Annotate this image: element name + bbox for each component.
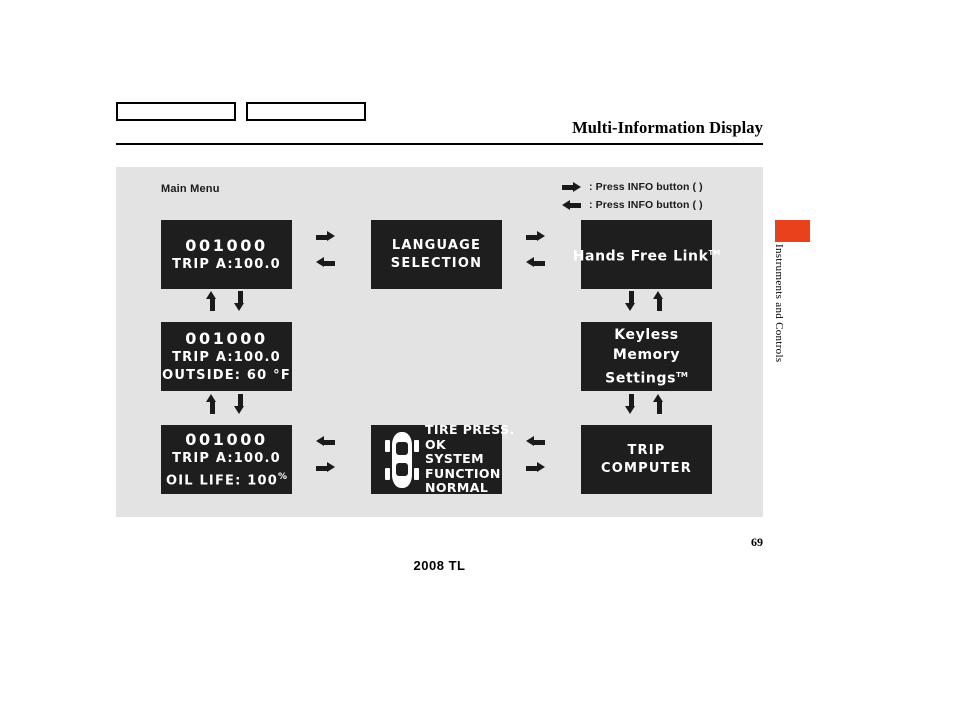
- screen-odometer-outside-temp: 001000 TRIP A:100.0 OUTSIDE: 60 °F: [161, 322, 292, 391]
- screen-hands-free-link: Hands Free LinkTM: [573, 220, 720, 289]
- menu-flow-diagram: Main Menu : Press INFO button ( ) : Pres…: [116, 167, 763, 517]
- odometer-value: 001000: [185, 429, 268, 449]
- keyless-line-2: Memory: [612, 346, 681, 363]
- arrow-pair-row1-left: [316, 229, 335, 247]
- oil-life-text: OIL LIFE: 100: [165, 473, 278, 489]
- arrow-up-icon: [206, 291, 217, 311]
- hands-free-link-label: Hands Free LinkTM: [573, 243, 721, 267]
- legend-backward-text: : Press INFO button ( ): [589, 199, 703, 211]
- percent-icon: %: [278, 471, 288, 482]
- arrow-right-icon: [562, 181, 581, 193]
- arrow-row1-right-fwd: [526, 229, 545, 247]
- arrow-left-icon: [526, 436, 545, 447]
- trip-computer-line-1: TRIP: [627, 442, 666, 458]
- arrow-row1-right-back: [526, 255, 545, 273]
- tire-pressure-text-block: TIRE PRESS. OK SYSTEM FUNCTION NORMAL: [425, 423, 515, 496]
- keyless-settings-text: Settings: [605, 370, 677, 387]
- arrow-left-col-down-2: [234, 394, 245, 419]
- arrow-left-col-down: [234, 291, 245, 316]
- arrow-left-col-up-2: [206, 394, 217, 419]
- section-tab-label: Instruments and Controls: [773, 244, 785, 363]
- arrow-down-icon: [234, 394, 245, 414]
- tire-line-3: SYSTEM: [425, 451, 484, 467]
- tire-line-4: FUNCTION: [425, 465, 501, 481]
- screen-tire-pressure: TIRE PRESS. OK SYSTEM FUNCTION NORMAL: [371, 423, 514, 495]
- arrow-left-icon: [316, 436, 335, 447]
- odometer-value: 001000: [185, 236, 268, 255]
- odometer-value: 001000: [185, 329, 268, 348]
- trip-a-value: TRIP A:100.0: [172, 350, 281, 365]
- arrow-down-icon: [625, 291, 636, 311]
- tire-line-2: OK: [425, 436, 447, 452]
- keyless-line-3: SettingsTM: [605, 365, 688, 389]
- trip-a-value: TRIP A:100.0: [172, 450, 281, 466]
- diagram-caption: Main Menu: [161, 183, 220, 195]
- arrow-pair-row1-left-back: [316, 255, 335, 273]
- tire-line-1: TIRE PRESS.: [425, 422, 515, 438]
- screen-odometer-trip: 001000 TRIP A:100.0: [161, 220, 292, 289]
- arrow-right-icon: [526, 231, 545, 242]
- trip-computer-line-2: COMPUTER: [601, 460, 692, 476]
- hands-free-link-text: Hands Free Link: [572, 248, 709, 265]
- arrow-right-col-down: [625, 291, 636, 316]
- section-tab-color-block: [775, 220, 810, 242]
- arrow-up-icon: [206, 394, 217, 414]
- screen-keyless-memory-settings: Keyless Memory SettingsTM: [581, 322, 712, 391]
- arrow-right-col-down-2: [625, 394, 636, 419]
- arrow-down-icon: [234, 291, 245, 311]
- arrow-up-icon: [653, 394, 664, 414]
- trip-a-value: TRIP A:100.0: [172, 257, 281, 272]
- arrow-left-icon: [526, 257, 545, 268]
- arrow-left-icon: [316, 257, 335, 268]
- arrow-row3-left-back: [316, 434, 335, 452]
- tire-line-5: NORMAL: [425, 480, 489, 496]
- keyless-line-1: Keyless: [614, 326, 679, 343]
- legend-row-forward: : Press INFO button ( ): [562, 178, 703, 196]
- legend: : Press INFO button ( ) : Press INFO but…: [562, 178, 703, 214]
- header-box-right: [246, 102, 366, 121]
- car-top-view-icon: [385, 431, 419, 488]
- arrow-right-icon: [526, 462, 545, 473]
- oil-life-value: OIL LIFE: 100%: [166, 468, 287, 490]
- arrow-row3-right-back: [526, 434, 545, 452]
- arrow-row3-right-fwd: [526, 460, 545, 478]
- arrow-row3-left-fwd: [316, 460, 335, 478]
- screen-language-selection: LANGUAGE SELECTION: [371, 220, 502, 289]
- arrow-right-col-up-2: [653, 394, 664, 419]
- title-divider: [116, 143, 763, 145]
- legend-row-backward: : Press INFO button ( ): [562, 196, 703, 214]
- language-line-1: LANGUAGE: [391, 237, 482, 253]
- legend-forward-text: : Press INFO button ( ): [589, 181, 703, 193]
- screen-odometer-oil-life: 001000 TRIP A:100.0 OIL LIFE: 100%: [161, 425, 292, 494]
- arrow-right-icon: [316, 231, 335, 242]
- arrow-left-icon: [562, 199, 581, 211]
- arrow-down-icon: [625, 394, 636, 414]
- page-title: Multi-Information Display: [572, 118, 763, 137]
- arrow-right-icon: [316, 462, 335, 473]
- arrow-up-icon: [653, 291, 664, 311]
- arrow-right-col-up: [653, 291, 664, 316]
- footer-model: 2008 TL: [413, 558, 466, 573]
- page-number: 69: [751, 535, 763, 549]
- screen-trip-computer: TRIP COMPUTER: [581, 425, 712, 494]
- arrow-left-col-up: [206, 291, 217, 316]
- header-box-left: [116, 102, 236, 121]
- language-line-2: SELECTION: [390, 255, 483, 271]
- trademark-icon: TM: [708, 248, 721, 257]
- trademark-icon: TM: [676, 370, 688, 379]
- outside-temp-value: OUTSIDE: 60 °F: [162, 368, 291, 383]
